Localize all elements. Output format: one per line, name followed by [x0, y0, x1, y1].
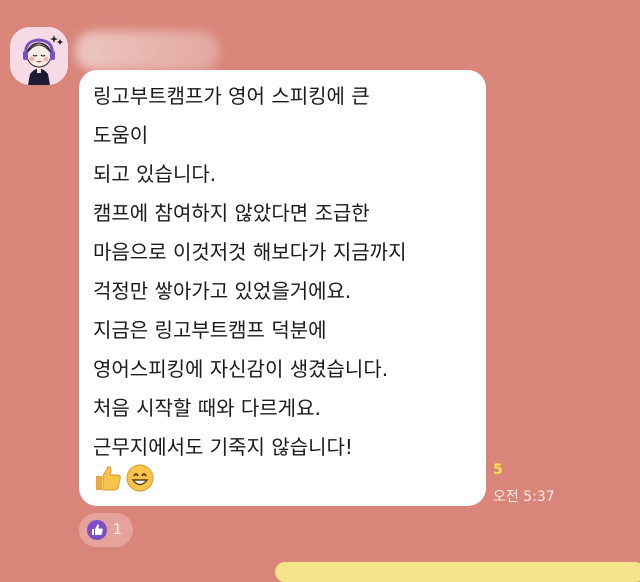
reaction-badge[interactable]: 1 [79, 513, 133, 547]
message-bubble[interactable]: 링고부트캠프가 영어 스피킹에 큰 도움이 되고 있습니다. 캠프에 참여하지 … [79, 70, 486, 506]
unread-count: 5 [493, 462, 503, 478]
emoji-row [93, 463, 155, 493]
message-timestamp: 오전 5:37 [493, 489, 555, 505]
message-line: 지금은 링고부트캠프 덕분에 [93, 318, 327, 342]
thumbs-up-icon [96, 466, 121, 491]
message-line: 되고 있습니다. [93, 162, 217, 186]
sender-name-blurred [75, 31, 220, 71]
thumbs-up-icon [87, 520, 107, 540]
grinning-face-icon [126, 464, 154, 492]
message-line: 영어스피킹에 자신감이 생겼습니다. [93, 357, 389, 381]
message-line: 링고부트캠프가 영어 스피킹에 큰 [93, 84, 370, 108]
message-line: 마음으로 이것저것 해보다가 지금까지 [93, 240, 407, 264]
sender-avatar[interactable] [10, 27, 68, 85]
message-line: 캠프에 참여하지 않았다면 조급한 [93, 201, 370, 225]
profile-character-icon [10, 27, 68, 85]
reaction-count: 1 [113, 522, 122, 538]
next-message-peek [275, 562, 640, 582]
message-line: 근무지에서도 기죽지 않습니다! [93, 435, 353, 459]
message-line: 도움이 [93, 123, 149, 147]
message-line: 걱정만 쌓아가고 있었을거에요. [93, 279, 352, 303]
message-line: 처음 시작할 때와 다르게요. [93, 396, 321, 420]
